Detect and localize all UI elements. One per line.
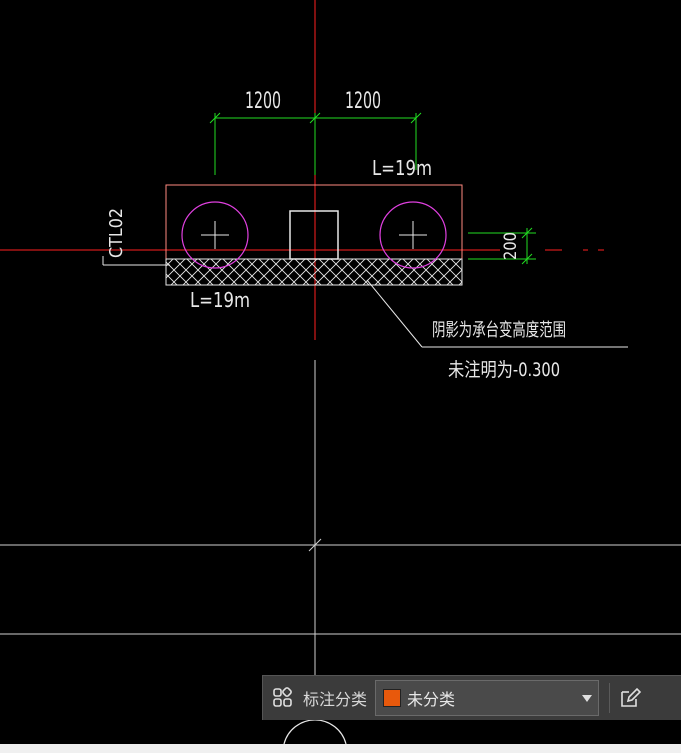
note-hatch-label: 阴影为承台变高度范围 [432,320,566,341]
length-label-top: L=19m [372,156,432,180]
ucs-circle [283,719,347,745]
length-label-bottom: L=19m [190,288,250,312]
edit-button[interactable] [610,676,650,721]
annotation-category-label: 标注分类 [303,690,368,709]
edit-icon [621,687,642,707]
note-elevation-label: 未注明为-0.300 [448,359,560,381]
cad-canvas[interactable]: 1200 1200 L=19m CTL02 L=19m 200 阴影为承台变高度… [0,0,681,753]
annotation-toolbar: 标注分类 未分类 [262,675,681,720]
hatch-area [165,258,463,286]
category-color-swatch [383,689,402,707]
status-strip [0,744,681,753]
chevron-down-icon [582,695,593,702]
element-id-label: CTL02 [106,208,127,258]
annotation-category-select[interactable]: 未分类 [375,680,600,716]
grid-icon [273,687,292,707]
category-select-value: 未分类 [407,690,456,709]
dimension-label-left: 1200 [245,89,281,114]
dimension-label-vertical: 200 [501,232,521,260]
component-grid-button[interactable] [263,676,303,721]
note-leader [366,279,423,348]
column-outline [289,210,339,260]
dimension-label-right: 1200 [345,89,381,114]
